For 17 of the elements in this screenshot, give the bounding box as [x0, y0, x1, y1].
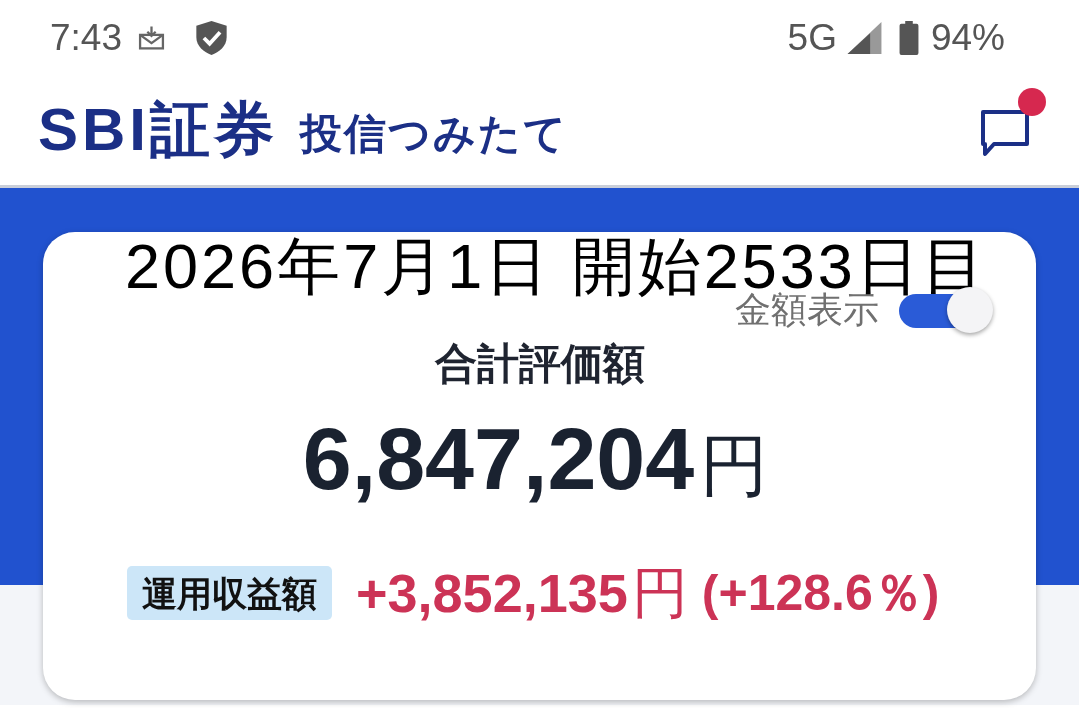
- envelope-icon: [138, 24, 165, 51]
- battery-level: 94%: [930, 19, 1005, 56]
- app-title: 投信つみたて: [300, 113, 569, 155]
- battery-icon: [898, 20, 919, 55]
- chat-bubble-icon[interactable]: [980, 109, 1030, 157]
- profit-value-unit: 円: [631, 565, 688, 621]
- profit-value: +3,852,135: [356, 566, 628, 620]
- signal-icon: [846, 21, 882, 54]
- status-time: 7:43: [50, 19, 122, 56]
- profit-rate: (+128.6％): [701, 568, 940, 618]
- app-logo: SBI証券: [38, 100, 279, 160]
- network-type: 5G: [787, 19, 837, 56]
- profit-label: 運用収益額: [127, 566, 332, 620]
- total-value-unit: 円: [700, 431, 769, 499]
- shield-check-icon: [193, 19, 230, 56]
- total-value-label: 合計評価額: [434, 343, 645, 385]
- total-value: 6,847,204: [302, 415, 695, 503]
